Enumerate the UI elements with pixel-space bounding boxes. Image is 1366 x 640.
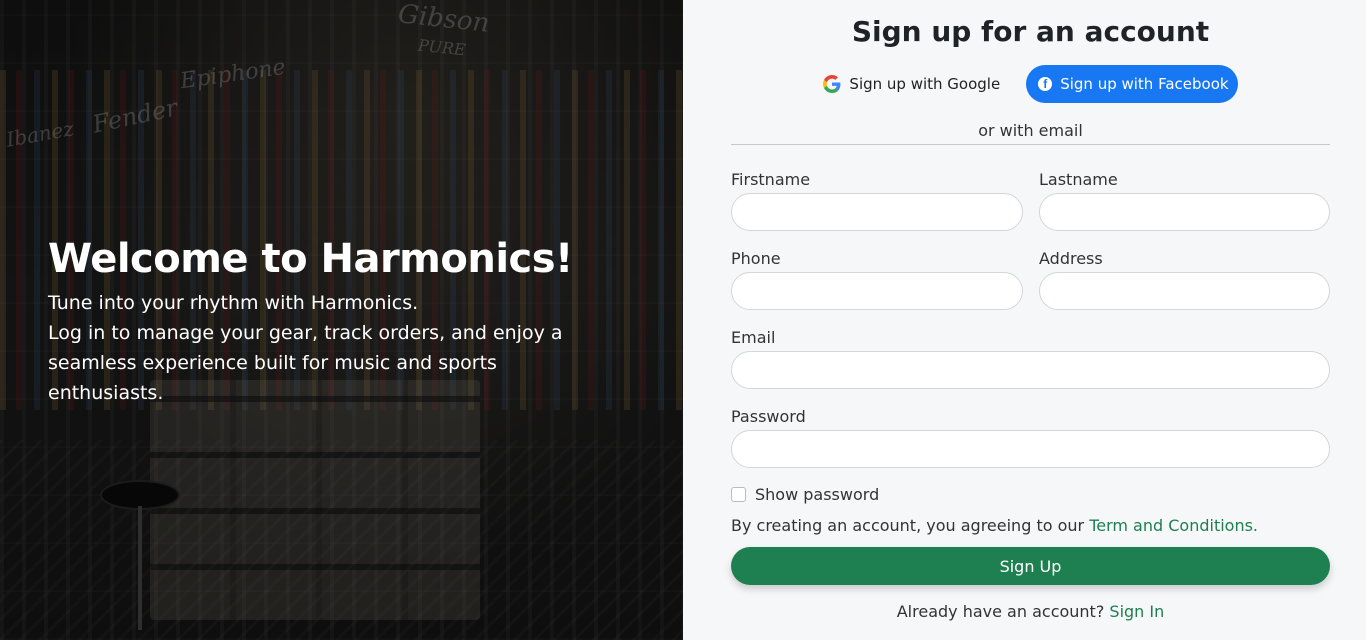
google-icon: [823, 75, 841, 93]
terms-prefix: By creating an account, you agreeing to …: [731, 516, 1085, 535]
password-label: Password: [731, 407, 806, 426]
firstname-input[interactable]: [731, 193, 1023, 231]
hero-content: Welcome to Harmonics! Tune into your rhy…: [48, 236, 608, 408]
email-field-group: Email: [731, 328, 1330, 389]
firstname-field-group: Firstname: [731, 170, 1023, 231]
lastname-field-group: Lastname: [1039, 170, 1330, 231]
address-field-group: Address: [1039, 249, 1330, 310]
email-label: Email: [731, 328, 776, 347]
google-signup-button[interactable]: Sign up with Google: [823, 65, 1000, 103]
firstname-label: Firstname: [731, 170, 811, 189]
address-label: Address: [1039, 249, 1103, 268]
signin-prompt: Already have an account? Sign In: [731, 602, 1330, 621]
phone-field-group: Phone: [731, 249, 1023, 310]
facebook-signup-button[interactable]: f Sign up with Facebook: [1026, 65, 1238, 103]
signin-link[interactable]: Sign In: [1109, 602, 1164, 621]
page: Epiphone Fender Ibanez Gibson PURE Welco…: [0, 0, 1366, 640]
email-input[interactable]: [731, 351, 1330, 389]
terms-notice: By creating an account, you agreeing to …: [731, 515, 1330, 537]
name-contact-grid: Firstname Lastname Phone Address: [731, 170, 1330, 328]
google-signup-label: Sign up with Google: [849, 75, 1001, 93]
signup-form: Sign up for an account Sign up with Goog…: [731, 0, 1330, 621]
hero-panel: Epiphone Fender Ibanez Gibson PURE Welco…: [0, 0, 683, 640]
hero-tagline: Tune into your rhythm with Harmonics.: [48, 292, 419, 314]
show-password-label: Show password: [755, 484, 880, 504]
signup-submit-button[interactable]: Sign Up: [731, 547, 1330, 585]
phone-label: Phone: [731, 249, 781, 268]
show-password-row: Show password: [731, 483, 1330, 505]
terms-link[interactable]: Term and Conditions.: [1089, 516, 1258, 535]
show-password-checkbox[interactable]: [731, 486, 746, 502]
signup-panel: Sign up for an account Sign up with Goog…: [683, 0, 1366, 640]
social-login-row: Sign up with Google f Sign up with Faceb…: [731, 65, 1330, 103]
signin-prefix: Already have an account?: [896, 602, 1105, 621]
address-input[interactable]: [1039, 272, 1330, 310]
phone-input[interactable]: [731, 272, 1023, 310]
facebook-signup-label: Sign up with Facebook: [1060, 75, 1229, 93]
email-divider: or with email: [731, 121, 1330, 145]
hero-description: Log in to manage your gear, track orders…: [48, 322, 563, 404]
hero-title: Welcome to Harmonics!: [48, 236, 573, 282]
lastname-label: Lastname: [1039, 170, 1118, 189]
lastname-input[interactable]: [1039, 193, 1330, 231]
password-input[interactable]: [731, 430, 1330, 468]
facebook-icon: f: [1038, 77, 1053, 91]
password-field-group: Password: [731, 407, 1330, 468]
form-title: Sign up for an account: [851, 15, 1210, 48]
